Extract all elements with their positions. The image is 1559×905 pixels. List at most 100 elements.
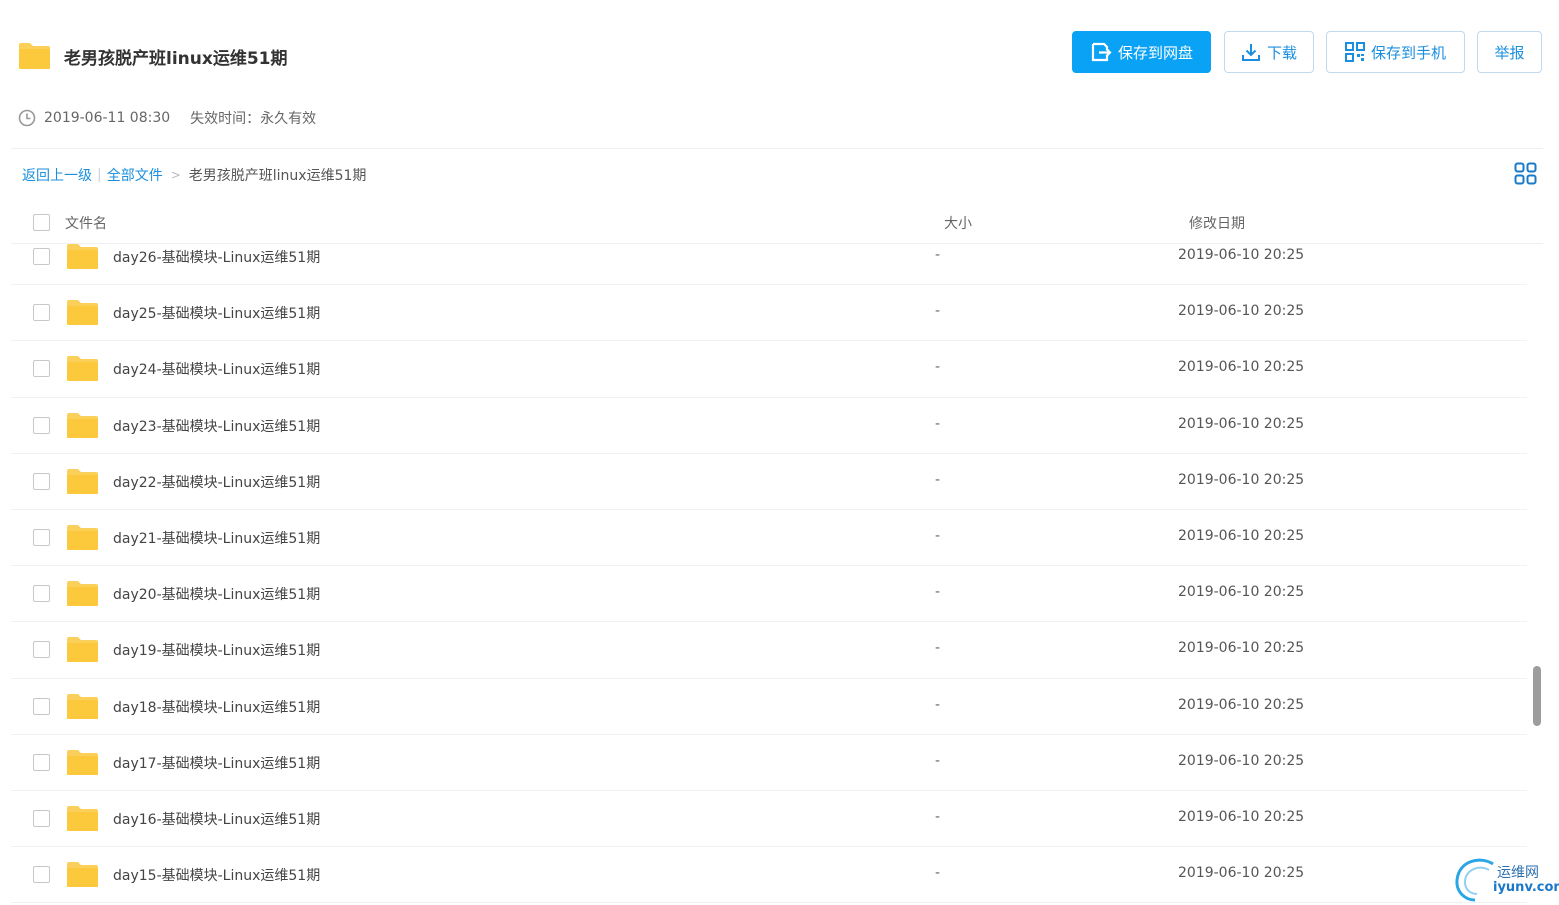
folder-icon — [67, 805, 98, 831]
row-checkbox[interactable] — [33, 585, 50, 603]
file-size: - — [935, 527, 941, 544]
row-checkbox[interactable] — [33, 528, 50, 546]
file-date: 2019-06-10 20:25 — [1178, 865, 1305, 882]
row-checkbox[interactable] — [33, 697, 50, 715]
row-checkbox[interactable] — [33, 753, 50, 771]
row-checkbox[interactable] — [33, 641, 50, 659]
report-label: 举报 — [1494, 43, 1525, 62]
file-size: - — [935, 247, 941, 263]
file-row[interactable]: day15-基础模块-Linux运维51期 - 2019-06-10 20:25 — [11, 847, 1527, 904]
file-date: 2019-06-10 20:25 — [1178, 696, 1305, 713]
folder-icon — [67, 749, 98, 775]
row-checkbox[interactable] — [33, 304, 50, 322]
folder-icon — [67, 862, 98, 888]
file-date: 2019-06-10 20:25 — [1178, 584, 1305, 601]
file-date: 2019-06-10 20:25 — [1178, 471, 1305, 488]
share-meta: 2019-06-11 08:30 失效时间：永久有效 — [18, 108, 316, 128]
file-name[interactable]: day24-基础模块-Linux运维51期 — [113, 359, 320, 379]
file-name[interactable]: day17-基础模块-Linux运维51期 — [113, 753, 320, 773]
file-name[interactable]: day23-基础模块-Linux运维51期 — [113, 416, 320, 436]
folder-icon — [67, 412, 98, 438]
row-checkbox[interactable] — [33, 472, 50, 490]
file-name[interactable]: day26-基础模块-Linux运维51期 — [113, 247, 320, 267]
save-to-phone-button[interactable]: 保存到手机 — [1326, 31, 1465, 73]
row-checkbox[interactable] — [33, 866, 50, 884]
file-row[interactable]: day18-基础模块-Linux运维51期 - 2019-06-10 20:25 — [11, 679, 1527, 735]
folder-icon — [67, 356, 98, 382]
expire-time: 失效时间：永久有效 — [190, 111, 317, 127]
file-size: - — [935, 640, 941, 657]
file-size: - — [935, 752, 941, 769]
file-row[interactable]: day17-基础模块-Linux运维51期 - 2019-06-10 20:25 — [11, 735, 1527, 791]
file-date: 2019-06-10 20:25 — [1178, 527, 1305, 544]
file-size: - — [935, 359, 941, 376]
folder-icon — [19, 43, 50, 69]
download-icon — [1241, 44, 1260, 61]
file-name[interactable]: day21-基础模块-Linux运维51期 — [113, 528, 320, 548]
row-checkbox[interactable] — [33, 248, 50, 265]
folder-icon — [67, 244, 98, 269]
file-size: - — [935, 865, 941, 882]
save-icon — [1091, 42, 1112, 62]
save-to-disk-button[interactable]: 保存到网盘 — [1072, 31, 1211, 73]
watermark-logo: 运维网 iyunv.com — [1453, 856, 1559, 902]
file-name[interactable]: day16-基础模块-Linux运维51期 — [113, 809, 320, 829]
page-title: 老男孩脱产班linux运维51期 — [64, 49, 288, 69]
breadcrumb-current: 老男孩脱产班linux运维51期 — [188, 168, 367, 184]
watermark-swirl-icon — [1455, 858, 1494, 902]
download-label: 下载 — [1266, 43, 1297, 62]
download-button[interactable]: 下载 — [1224, 31, 1314, 73]
scrollbar-thumb[interactable] — [1533, 666, 1541, 726]
file-row[interactable]: day21-基础模块-Linux运维51期 - 2019-06-10 20:25 — [11, 510, 1527, 567]
save-to-disk-label: 保存到网盘 — [1117, 43, 1193, 62]
folder-icon — [67, 637, 98, 663]
file-size: - — [935, 696, 941, 713]
file-name[interactable]: day19-基础模块-Linux运维51期 — [113, 640, 320, 660]
report-button[interactable]: 举报 — [1477, 31, 1542, 73]
watermark-cn: 运维网 — [1497, 865, 1539, 881]
file-row[interactable]: day26-基础模块-Linux运维51期 - 2019-06-10 20:25 — [11, 229, 1527, 286]
file-name[interactable]: day20-基础模块-Linux运维51期 — [113, 584, 320, 604]
file-size: - — [935, 584, 941, 601]
file-row[interactable]: day19-基础模块-Linux运维51期 - 2019-06-10 20:25 — [11, 622, 1527, 679]
all-files-link[interactable]: 全部文件 — [107, 165, 163, 185]
file-date: 2019-06-10 20:25 — [1178, 752, 1305, 769]
file-date: 2019-06-10 20:25 — [1178, 415, 1305, 432]
file-size: - — [935, 303, 941, 320]
save-to-phone-label: 保存到手机 — [1370, 43, 1446, 62]
file-row[interactable]: day25-基础模块-Linux运维51期 - 2019-06-10 20:25 — [11, 285, 1527, 342]
file-size: - — [935, 808, 941, 825]
breadcrumb: 返回上一级 | 全部文件 > 老男孩脱产班linux运维51期 — [22, 165, 366, 185]
breadcrumb-separator: | — [97, 167, 102, 183]
breadcrumb-arrow: > — [170, 168, 181, 182]
file-row[interactable]: day24-基础模块-Linux运维51期 - 2019-06-10 20:25 — [11, 341, 1527, 398]
folder-icon — [67, 300, 98, 326]
back-link[interactable]: 返回上一级 — [22, 165, 92, 185]
file-size: - — [935, 471, 941, 488]
file-name[interactable]: day18-基础模块-Linux运维51期 — [113, 697, 320, 717]
clock-icon — [18, 109, 36, 127]
file-date: 2019-06-10 20:25 — [1178, 247, 1305, 263]
file-date: 2019-06-10 20:25 — [1178, 359, 1305, 376]
row-checkbox[interactable] — [33, 416, 50, 434]
folder-icon — [67, 524, 98, 550]
row-checkbox[interactable] — [33, 809, 50, 827]
file-row[interactable]: day20-基础模块-Linux运维51期 - 2019-06-10 20:25 — [11, 566, 1527, 623]
share-header: 老男孩脱产班linux运维51期 保存到网盘 下载 保存到手机 举报 — [0, 0, 1559, 100]
file-name[interactable]: day15-基础模块-Linux运维51期 — [113, 865, 320, 885]
folder-icon — [67, 468, 98, 494]
row-checkbox[interactable] — [33, 360, 50, 378]
created-time: 2019-06-11 08:30 — [44, 110, 171, 126]
file-size: - — [935, 415, 941, 432]
file-row[interactable]: day23-基础模块-Linux运维51期 - 2019-06-10 20:25 — [11, 398, 1527, 454]
folder-icon — [67, 693, 98, 719]
folder-icon — [67, 581, 98, 607]
watermark-en: iyunv.com — [1493, 880, 1559, 895]
grid-view-icon[interactable] — [1514, 162, 1537, 185]
file-row[interactable]: day16-基础模块-Linux运维51期 - 2019-06-10 20:25 — [11, 791, 1527, 848]
file-list: day26-基础模块-Linux运维51期 - 2019-06-10 20:25 d… — [11, 229, 1527, 904]
file-name[interactable]: day25-基础模块-Linux运维51期 — [113, 303, 320, 323]
qrcode-icon — [1344, 42, 1365, 62]
file-row[interactable]: day22-基础模块-Linux运维51期 - 2019-06-10 20:25 — [11, 454, 1527, 510]
file-name[interactable]: day22-基础模块-Linux运维51期 — [113, 472, 320, 492]
